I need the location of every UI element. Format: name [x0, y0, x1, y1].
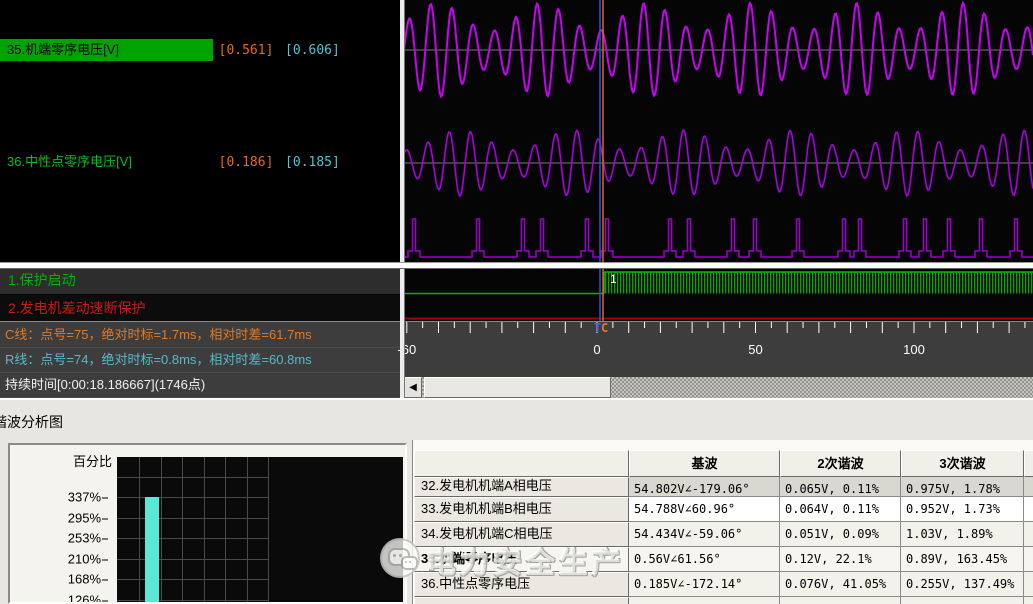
table-corner-cell	[414, 450, 629, 477]
table-cell-partial	[1024, 597, 1033, 604]
table-cell-clipped	[1024, 477, 1033, 497]
table-cell[interactable]: 0.065V, 0.11%	[780, 477, 901, 497]
table-header-1[interactable]: 基波	[629, 450, 780, 477]
chart-y-tick-label: 168%	[68, 572, 108, 587]
table-cell[interactable]: 0.051V, 0.09%	[780, 522, 901, 547]
channel-36-c-cursor-value: [0.186]	[218, 155, 274, 170]
c-cursor-marker[interactable]: C	[601, 321, 608, 335]
digital-1-high-state	[604, 272, 1033, 294]
table-header-3[interactable]: 3次谐波	[901, 450, 1024, 477]
duration-info: 持续时间[0:00:18.186667](1746点)	[0, 372, 405, 398]
time-tick-label: 100	[903, 342, 925, 357]
watermark-text: 电力安全生产	[427, 548, 626, 580]
channel-row-36[interactable]: 36.中性点零序电压[V] [0.186] [0.185]	[0, 151, 400, 173]
digital-trace-plot[interactable]: 1	[404, 267, 1033, 321]
table-cell-partial	[901, 597, 1024, 604]
chart-y-tick-label: 210%	[68, 551, 108, 566]
channel-35-label[interactable]: 35.机端零序电压[V]	[0, 39, 213, 61]
channel-36-r-cursor-value: [0.185]	[285, 155, 340, 170]
scrollbar-thumb[interactable]	[424, 377, 611, 398]
r-cursor-info: R线：点号=74，绝对时标=0.8ms，相对时差=60.8ms	[0, 347, 405, 373]
wechat-icon	[380, 538, 420, 578]
table-row-label[interactable]: 33.发电机机端B相电压	[414, 497, 629, 522]
channel-row-35[interactable]: 35.机端零序电压[V] [0.561] [0.606]	[0, 39, 400, 61]
analog-channel-list: 35.机端零序电压[V] [0.561] [0.606] 36.中性点零序电压[…	[0, 0, 400, 262]
table-cell[interactable]: 0.89V, 163.45%	[901, 547, 1024, 572]
table-cell[interactable]: 0.185V∠-172.14°	[629, 572, 780, 597]
table-row-label[interactable]: 32.发电机机端A相电压	[414, 477, 629, 497]
harmonic-bar	[145, 496, 159, 602]
channel-36-label[interactable]: 36.中性点零序电压[V]	[0, 151, 213, 173]
table-cell[interactable]: 1.03V, 1.89%	[901, 522, 1024, 547]
chart-plot-area[interactable]	[117, 457, 403, 602]
table-header-clipped	[1024, 450, 1033, 477]
digital-channel-2-label: 2.发电机差动速断保护	[8, 300, 146, 316]
chart-y-tick-label: 337%	[68, 490, 108, 505]
table-row-label-partial	[414, 597, 629, 604]
harmonic-bar-chart-panel: 百分比 337% 295% 253% 210% 168% 126%	[8, 443, 407, 604]
time-axis-ruler[interactable]: -60 0 50 100 T C	[397, 321, 1033, 378]
v-gridline	[246, 457, 248, 602]
digital-trace-canvas: 1	[404, 267, 1033, 321]
table-cell-clipped	[1024, 522, 1033, 547]
vertical-splitter[interactable]	[400, 0, 405, 398]
cursor-info-panel: C线：点号=75，绝对时标=1.7ms，相对时差=61.7ms R线：点号=74…	[0, 321, 405, 399]
scroll-left-button[interactable]: ◀	[404, 377, 422, 398]
v-gridline	[182, 457, 183, 602]
v-gridline	[225, 457, 226, 602]
chart-y-tick-label: 126%	[68, 592, 108, 602]
time-axis-ticks	[406, 322, 1026, 333]
v-gridline	[160, 457, 162, 602]
waveform-pulse-trace	[404, 218, 1033, 258]
table-cell-partial	[780, 597, 901, 604]
time-tick-label: 0	[593, 342, 601, 357]
table-header-2[interactable]: 2次谐波	[780, 450, 901, 477]
c-cursor-info: C线：点号=75，绝对时标=1.7ms，相对时差=61.7ms	[0, 322, 405, 348]
table-cell[interactable]: 54.802V∠-179.06°	[629, 477, 780, 497]
channel-35-c-cursor-value: [0.561]	[218, 43, 274, 58]
chart-y-tick-label: 253%	[68, 531, 108, 546]
harmonic-section-title: 谐波分析图	[0, 414, 63, 430]
table-cell-partial	[629, 597, 780, 604]
v-gridline	[139, 457, 140, 602]
time-tick-label: 50	[748, 342, 763, 357]
waveform-canvas	[403, 0, 1033, 262]
table-cell[interactable]: 0.952V, 1.73%	[901, 497, 1024, 522]
table-cell-clipped	[1024, 547, 1033, 572]
v-gridline	[268, 457, 269, 602]
table-cell[interactable]: 54.788V∠60.96°	[629, 497, 780, 522]
digital-channel-1-label: 1.保护启动	[8, 272, 76, 288]
waveform-section: 35.机端零序电压[V] [0.561] [0.606] 36.中性点零序电压[…	[0, 0, 1033, 404]
v-gridline	[203, 457, 205, 602]
table-cell[interactable]: 0.064V, 0.11%	[780, 497, 901, 522]
table-cell[interactable]: 0.56V∠61.56°	[629, 547, 780, 572]
table-cell[interactable]: 54.434V∠-59.06°	[629, 522, 780, 547]
table-cell[interactable]: 0.255V, 137.49%	[901, 572, 1024, 597]
table-cell[interactable]: 0.12V, 22.1%	[780, 547, 901, 572]
channel-35-r-cursor-value: [0.606]	[285, 43, 340, 58]
analog-waveform-plot[interactable]	[403, 0, 1033, 262]
digital-channel-row-1[interactable]: 1.保护启动	[0, 267, 400, 294]
chart-y-axis-label: 百分比	[72, 454, 112, 469]
table-cell-clipped	[1024, 497, 1033, 522]
horizontal-scrollbar[interactable]: ◀	[404, 377, 1033, 398]
harmonic-analysis-section: 谐波分析图 百分比 337% 295% 253% 210% 168% 126% 基波 2次谐…	[0, 404, 1033, 604]
chart-y-tick-label: 295%	[68, 510, 108, 525]
table-cell-clipped	[1024, 572, 1033, 597]
table-cell[interactable]: 0.975V, 1.78%	[901, 477, 1024, 497]
digital-channel-row-2[interactable]: 2.发电机差动速断保护	[0, 294, 400, 322]
digital-1-event-label: 1	[610, 272, 617, 286]
table-cell[interactable]: 0.076V, 41.05%	[780, 572, 901, 597]
horizontal-splitter[interactable]	[0, 262, 1033, 269]
